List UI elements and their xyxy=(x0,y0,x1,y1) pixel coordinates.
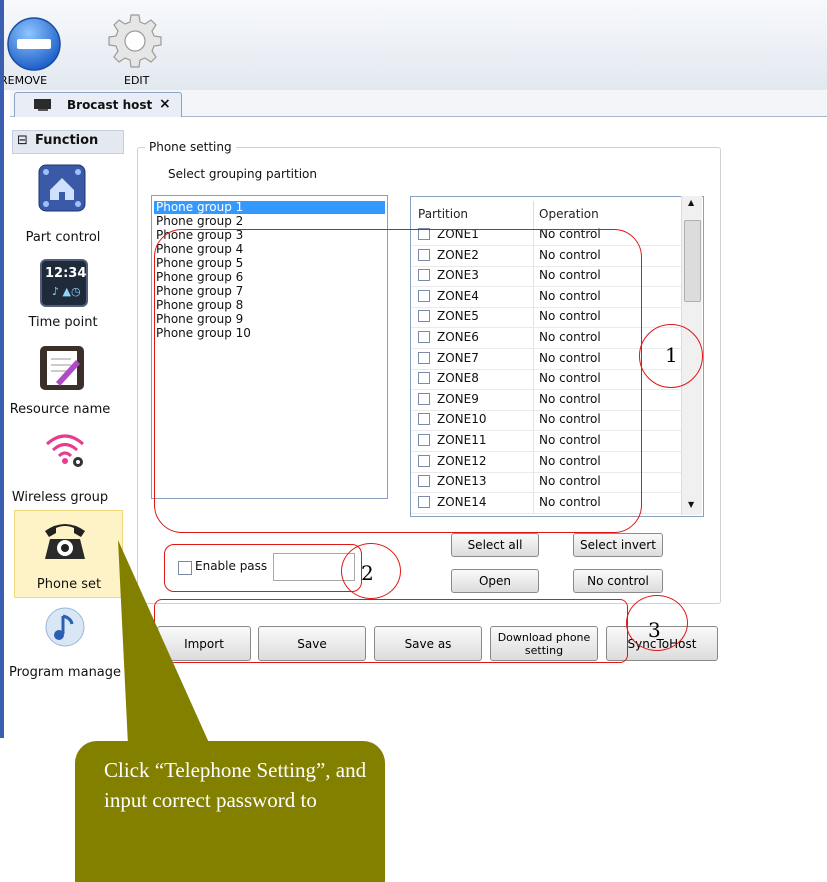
clock-icon: 12:34 ♪ ▲◷ xyxy=(40,259,88,307)
scroll-up-icon[interactable]: ▲ xyxy=(688,198,694,207)
sidebar-item-resource-name[interactable]: Resource name xyxy=(0,342,122,422)
list-item[interactable]: Phone group 1 xyxy=(154,201,385,214)
sidebar-item-wireless-group[interactable]: Wireless group xyxy=(0,428,122,508)
callout-pointer xyxy=(118,540,210,745)
scroll-down-icon[interactable]: ▼ xyxy=(688,500,694,509)
telephone-icon xyxy=(45,524,85,559)
tab-brocast-host[interactable]: Brocast host × xyxy=(14,92,182,117)
music-note-icon xyxy=(45,607,85,647)
panel-legend: Phone setting xyxy=(145,140,236,154)
remove-button[interactable]: REMOVE xyxy=(0,10,70,87)
sidebar-item-label: Part control xyxy=(25,230,101,245)
open-button[interactable]: Open xyxy=(451,569,539,593)
sidebar-item-label: Resource name xyxy=(9,402,111,417)
sidebar-item-label: Time point xyxy=(28,315,98,330)
clock-symbols: ♪ ▲◷ xyxy=(52,285,81,298)
annotation-number-1: 1 xyxy=(665,343,678,367)
notepad-icon xyxy=(40,346,84,390)
sidebar-item-part-control[interactable]: Part control xyxy=(10,160,122,246)
select-invert-button[interactable]: Select invert xyxy=(573,533,663,557)
list-item[interactable]: Phone group 2 xyxy=(154,215,385,228)
remove-label: REMOVE xyxy=(0,74,48,87)
no-control-button[interactable]: No control xyxy=(573,569,663,593)
header-divider xyxy=(533,201,534,225)
scroll-thumb[interactable] xyxy=(684,220,701,302)
monitor-icon xyxy=(34,99,51,111)
remove-icon xyxy=(7,17,61,71)
sidebar-item-program-manage[interactable]: Program manage xyxy=(9,604,122,704)
grouping-hint: Select grouping partition xyxy=(168,167,317,181)
collapse-icon[interactable]: ⊟ xyxy=(17,133,28,148)
function-title: Function xyxy=(35,133,99,148)
edit-button[interactable]: EDIT xyxy=(100,8,170,87)
annotation-box-1 xyxy=(154,229,642,533)
column-header-operation[interactable]: Operation xyxy=(539,197,599,223)
function-header[interactable]: ⊟ Function xyxy=(12,130,124,154)
annotation-number-3: 3 xyxy=(648,618,661,642)
annotation-number-2: 2 xyxy=(361,561,374,585)
callout-text: Click “Telephone Setting”, and input cor… xyxy=(104,758,367,812)
wireless-icon xyxy=(46,434,84,467)
sidebar-item-time-point[interactable]: 12:34 ♪ ▲◷ Time point xyxy=(10,255,122,335)
select-all-button[interactable]: Select all xyxy=(451,533,539,557)
house-network-icon xyxy=(38,164,86,212)
column-header-partition[interactable]: Partition xyxy=(418,197,468,223)
edit-label: EDIT xyxy=(124,74,150,87)
sidebar-item-phone-set[interactable]: Phone set xyxy=(14,510,123,598)
tab-close-icon[interactable]: × xyxy=(159,96,171,112)
gear-icon xyxy=(108,14,162,68)
annotation-box-3 xyxy=(154,599,628,663)
clock-text: 12:34 xyxy=(45,266,87,281)
tab-title: Brocast host xyxy=(67,98,153,112)
sidebar-item-label: Wireless group xyxy=(11,490,109,505)
